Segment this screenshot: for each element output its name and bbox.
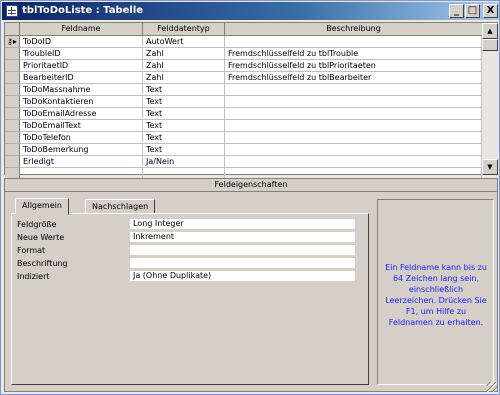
- property-value-field[interactable]: Long Integer: [130, 219, 355, 230]
- description-cell[interactable]: [225, 120, 482, 132]
- table-row[interactable]: BearbeiterID Zahl Fremdschlüsselfeld zu tb…: [5, 72, 482, 84]
- description-cell[interactable]: [225, 108, 482, 120]
- field-name-cell[interactable]: ToDoEmailText: [20, 120, 143, 132]
- maximize-button[interactable]: □: [465, 4, 480, 18]
- row-selector[interactable]: [5, 60, 20, 72]
- description-cell[interactable]: [225, 36, 482, 48]
- title-bar[interactable]: tblToDoListe : Tabelle _ □ X: [2, 2, 499, 20]
- table-row[interactable]: ToDoEmailText Text: [5, 120, 482, 132]
- description-cell[interactable]: Fremdschlüsselfeld zu tblTrouble: [225, 48, 482, 60]
- table-row[interactable]: ToDoKontaktieren Text: [5, 96, 482, 108]
- property-value-field[interactable]: Inkrement: [130, 232, 355, 243]
- data-type-cell[interactable]: Ja/Nein: [143, 156, 225, 168]
- description-cell[interactable]: [225, 144, 482, 156]
- selector-header: [5, 23, 20, 36]
- vertical-scrollbar[interactable]: ▲ ▼: [482, 23, 498, 175]
- description-cell[interactable]: [225, 96, 482, 108]
- scroll-up-icon[interactable]: ▲: [482, 23, 498, 39]
- tab-allgemein[interactable]: Allgemein: [15, 198, 69, 215]
- table-icon: [6, 5, 18, 17]
- data-type-cell[interactable]: Text: [143, 96, 225, 108]
- close-button[interactable]: X: [483, 4, 498, 18]
- table-row[interactable]: ToDoMassnahme Text: [5, 84, 482, 96]
- description-cell[interactable]: [225, 156, 482, 168]
- table-row[interactable]: ToDoBemerkung Text: [5, 144, 482, 156]
- field-name-cell[interactable]: ToDoBemerkung: [20, 144, 143, 156]
- property-label: Beschriftung: [17, 259, 68, 268]
- window-title: tblToDoListe : Tabelle: [22, 5, 144, 16]
- row-selector[interactable]: ⚷▸: [5, 36, 20, 48]
- row-selector[interactable]: [5, 96, 20, 108]
- field-name-cell[interactable]: ToDoID: [20, 36, 143, 48]
- data-type-cell[interactable]: AutoWert: [143, 36, 225, 48]
- property-value-field[interactable]: [130, 258, 355, 269]
- resize-grip-icon[interactable]: [487, 382, 497, 392]
- column-header-datatype[interactable]: Felddatentyp: [143, 23, 225, 36]
- data-type-cell[interactable]: Text: [143, 144, 225, 156]
- data-type-cell[interactable]: Text: [143, 84, 225, 96]
- data-type-cell[interactable]: Text: [143, 108, 225, 120]
- field-name-cell[interactable]: PrioritaetID: [20, 60, 143, 72]
- data-type-cell[interactable]: Zahl: [143, 48, 225, 60]
- row-selector[interactable]: [5, 132, 20, 144]
- description-cell[interactable]: [225, 132, 482, 144]
- field-properties-panel: Feldeigenschaften Allgemein Nachschlagen…: [4, 178, 498, 392]
- description-cell[interactable]: [225, 84, 482, 96]
- field-name-cell[interactable]: ToDoTelefon: [20, 132, 143, 144]
- property-label: Feldgröße: [17, 220, 57, 229]
- field-name-cell[interactable]: TroubleID: [20, 48, 143, 60]
- data-type-cell[interactable]: Zahl: [143, 60, 225, 72]
- data-type-cell[interactable]: Text: [143, 132, 225, 144]
- row-selector[interactable]: [5, 48, 20, 60]
- minimize-button[interactable]: _: [449, 4, 464, 18]
- data-type-cell[interactable]: Zahl: [143, 72, 225, 84]
- table-row[interactable]: Erledigt Ja/Nein: [5, 156, 482, 168]
- row-selector[interactable]: [5, 84, 20, 96]
- row-selector[interactable]: [5, 156, 20, 168]
- table-row[interactable]: ToDoEmailAdresse Text: [5, 108, 482, 120]
- table-row[interactable]: PrioritaetID Zahl Fremdschlüsselfeld zu tb…: [5, 60, 482, 72]
- table-row[interactable]: ⚷▸ ToDoID AutoWert: [5, 36, 482, 48]
- field-name-cell[interactable]: ToDoEmailAdresse: [20, 108, 143, 120]
- row-selector[interactable]: [5, 120, 20, 132]
- table-design-window: tblToDoListe : Tabelle _ □ X Feldname Fe…: [0, 0, 500, 395]
- tab-nachschlagen[interactable]: Nachschlagen: [85, 199, 156, 214]
- scroll-down-icon[interactable]: ▼: [482, 159, 498, 175]
- scroll-thumb[interactable]: [482, 39, 498, 51]
- table-row[interactable]: ToDoTelefon Text: [5, 132, 482, 144]
- description-cell[interactable]: Fremdschlüsselfeld zu tblBearbeiter: [225, 72, 482, 84]
- help-box: Ein Feldname kann bis zu 64 Zeichen lang…: [377, 199, 494, 385]
- data-type-cell[interactable]: Text: [143, 120, 225, 132]
- grid-header: Feldname Felddatentyp Beschreibung: [5, 23, 482, 36]
- property-label: Format: [17, 246, 46, 255]
- property-value-field[interactable]: Ja (Ohne Duplikate): [130, 271, 355, 282]
- properties-title: Feldeigenschaften: [5, 179, 497, 192]
- row-selector[interactable]: [5, 144, 20, 156]
- field-name-cell[interactable]: ToDoKontaktieren: [20, 96, 143, 108]
- property-label: Indiziert: [17, 272, 50, 281]
- field-name-cell[interactable]: BearbeiterID: [20, 72, 143, 84]
- property-label: Neue Werte: [17, 233, 65, 242]
- description-cell[interactable]: Fremdschlüsselfeld zu tblPrioritaeten: [225, 60, 482, 72]
- column-header-description[interactable]: Beschreibung: [225, 23, 482, 36]
- property-value-field[interactable]: [130, 245, 355, 256]
- primary-key-icon: ⚷▸: [7, 37, 17, 46]
- field-grid: Feldname Felddatentyp Beschreibung ⚷▸ ToD…: [4, 22, 498, 180]
- field-name-cell[interactable]: ToDoMassnahme: [20, 84, 143, 96]
- row-selector[interactable]: [5, 108, 20, 120]
- row-selector[interactable]: [5, 72, 20, 84]
- column-header-fieldname[interactable]: Feldname: [20, 23, 143, 36]
- field-name-cell[interactable]: Erledigt: [20, 156, 143, 168]
- help-text: Ein Feldname kann bis zu 64 Zeichen lang…: [385, 263, 487, 327]
- table-row[interactable]: TroubleID Zahl Fremdschlüsselfeld zu tblTr…: [5, 48, 482, 60]
